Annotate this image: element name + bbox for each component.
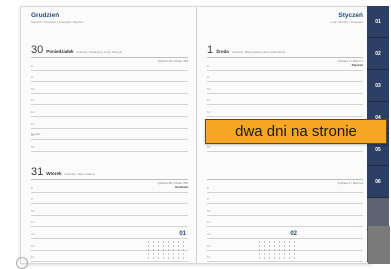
hour-label: 11	[31, 220, 35, 225]
hour-row: 8	[207, 181, 363, 193]
name-days: Imieniny: Mieczysława, Ewy, Kazimierza	[231, 50, 286, 54]
day-title: 30 Poniedziałek Imieniny: Katarzyny, Łuc…	[31, 45, 188, 58]
day-name: Wtorek	[46, 171, 62, 176]
hour-row: 9	[207, 71, 363, 83]
hour-label: 8	[207, 185, 209, 190]
month-tab[interactable]: 02	[367, 38, 389, 70]
hour-label: 15	[207, 144, 211, 149]
bookmark-ribbon	[368, 226, 390, 264]
month-tab-label: 03	[375, 82, 381, 89]
month-subtitle: Luty / Marzec / Kwiecień	[330, 20, 363, 24]
hour-label: 12	[31, 109, 35, 114]
day-name: Poniedziałek	[46, 49, 74, 54]
hour-label: 12	[207, 231, 211, 236]
month-subtitle: Styczeń / Grudzień / Listopad / Styczeń	[31, 20, 84, 24]
right-page-header: Styczeń Luty / Marzec / Kwiecień	[207, 12, 363, 32]
hour-label: 11	[207, 98, 211, 103]
day-name: Środa	[216, 49, 229, 54]
hour-label: 13	[207, 243, 211, 248]
month-tab-label: 01	[375, 18, 381, 25]
left-page: Grudzień Styczeń / Grudzień / Listopad /…	[21, 7, 197, 263]
month-tab-label: 05	[375, 146, 381, 153]
hour-row: 12	[31, 105, 188, 117]
hour-label: 8	[207, 63, 209, 68]
hour-label: 15	[31, 144, 35, 149]
hour-label: 14	[31, 255, 35, 260]
day-title	[207, 167, 363, 180]
hour-row: 9	[31, 193, 188, 205]
day-number: 31	[31, 166, 44, 178]
hour-label: 12	[31, 231, 35, 236]
hour-label: 10	[31, 86, 35, 91]
hour-label: 9	[31, 197, 33, 202]
hour-label: 13	[31, 243, 35, 248]
day-number: 30	[31, 44, 44, 56]
hour-row: 9	[31, 71, 188, 83]
name-days: Imieniny: Katarzyny, Łucji, Pompei	[76, 50, 123, 54]
hour-label: 11	[207, 220, 211, 225]
hour-label: 13	[31, 121, 35, 126]
mini-calendar-grid	[257, 240, 297, 260]
month-title: Grudzień	[31, 12, 60, 19]
month-title: Styczeń	[338, 12, 363, 19]
hour-row: 9	[207, 193, 363, 205]
hour-label: 9	[31, 75, 33, 80]
name-days: Imieniny: Jana, Heleny	[64, 172, 95, 176]
hour-row: 13	[31, 117, 188, 129]
hour-label: 10	[31, 208, 35, 213]
hour-label: 9	[207, 197, 209, 202]
hour-row: 10	[31, 82, 188, 94]
left-page-header: Grudzień Styczeń / Grudzień / Listopad /…	[31, 12, 188, 32]
hour-label: 11	[31, 98, 35, 103]
hour-label: 14	[207, 255, 211, 260]
hour-row: 11	[207, 94, 363, 106]
month-tab[interactable]: 03	[367, 70, 389, 102]
hour-label: 12	[207, 109, 211, 114]
hour-row: 8	[31, 59, 188, 71]
day-title: 1 Środa Imieniny: Mieczysława, Ewy, Kazi…	[207, 45, 363, 58]
feature-banner: dwa dni na stronie	[205, 119, 387, 144]
hour-label: 8	[31, 63, 33, 68]
hour-row: 8	[31, 181, 188, 193]
month-tab-label: 02	[375, 50, 381, 57]
hour-label: 10	[207, 208, 211, 213]
mini-calendar-number: 02	[290, 231, 297, 237]
hour-label: 8	[31, 185, 33, 190]
mini-calendar: 02	[257, 231, 297, 261]
hour-row: 15	[31, 140, 188, 152]
mini-calendar: 01	[146, 231, 186, 261]
month-tab[interactable]: 01	[367, 6, 389, 38]
hour-row: 11	[31, 216, 188, 228]
hour-rows: 8 9 10 11 12 13 14 15	[31, 59, 188, 152]
hour-row: 12	[207, 105, 363, 117]
hour-row: 8	[207, 59, 363, 71]
month-tab-label: 06	[375, 178, 381, 185]
hour-row: 11	[207, 216, 363, 228]
hour-row: 10	[207, 204, 363, 216]
hour-label: 9	[207, 75, 209, 80]
notes-label: Notatki	[31, 132, 41, 136]
day-number: 1	[207, 44, 214, 56]
hour-row: 10	[207, 82, 363, 94]
hour-row: 10	[31, 204, 188, 216]
hour-row: 14	[31, 129, 188, 141]
month-tab[interactable]: 06	[367, 166, 389, 198]
banner-text: dwa dni na stronie	[235, 123, 357, 140]
hour-label: 10	[207, 86, 211, 91]
day-title: 31 Wtorek Imieniny: Jana, Heleny	[31, 167, 188, 180]
hour-row: 11	[31, 94, 188, 106]
mini-calendar-number: 01	[179, 231, 186, 237]
page-corner-curl	[16, 257, 28, 269]
mini-calendar-grid	[146, 240, 186, 260]
day-section-30: 30 Poniedziałek Imieniny: Katarzyny, Łuc…	[31, 45, 188, 152]
